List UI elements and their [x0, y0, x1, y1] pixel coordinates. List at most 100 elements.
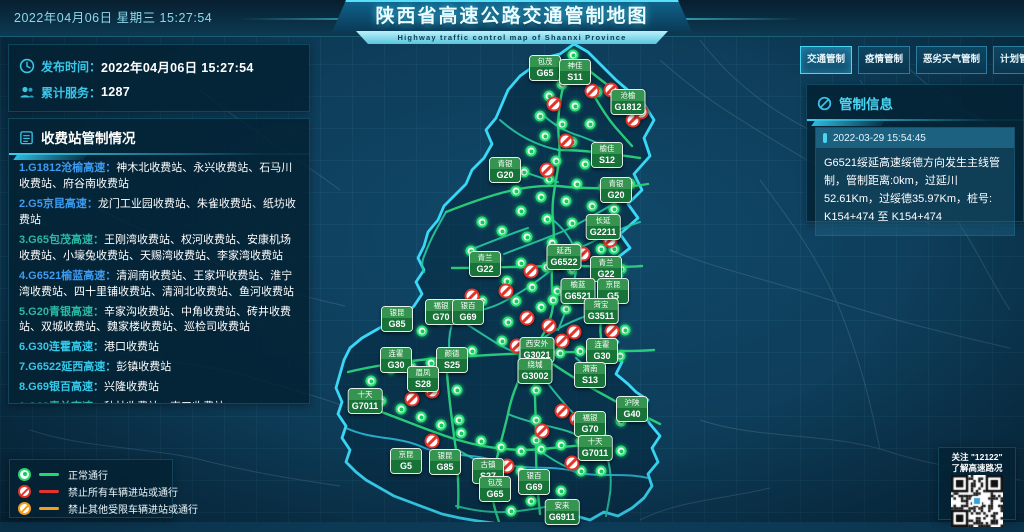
highway-name: 榆佳: [592, 143, 622, 154]
toll-station-marker-normal[interactable]: [575, 346, 586, 357]
highway-shield-S12[interactable]: 榆佳S12: [591, 142, 623, 168]
toll-station-marker-normal[interactable]: [536, 192, 547, 203]
highway-shield-G69[interactable]: 银百G69: [518, 469, 550, 495]
page-title: 陕西省高速公路交通管制地图: [332, 2, 692, 32]
toll-station-marker-normal[interactable]: [620, 325, 631, 336]
entry-time-row: 2022-03-29 15:54:45: [816, 128, 1014, 148]
toll-station-marker-normal[interactable]: [396, 404, 407, 415]
toll-station-marker-normal[interactable]: [561, 304, 572, 315]
toll-station-marker-normal[interactable]: [456, 428, 467, 439]
tab-计划管制[interactable]: 计划管制: [993, 46, 1024, 74]
highway-name: 长延: [587, 215, 620, 226]
highway-shield-S28[interactable]: 眉凤S28: [407, 366, 439, 392]
highway-shield-G2211[interactable]: 长延G2211: [586, 214, 621, 240]
highway-shield-G3511[interactable]: 菏宝G3511: [584, 298, 619, 324]
highway-shield-G3002[interactable]: 绕城G3002: [517, 358, 552, 384]
toll-station-marker-normal[interactable]: [585, 119, 596, 130]
highway-shield-S11[interactable]: 神佳S11: [559, 59, 591, 85]
toll-list-item: 4.G6521榆蓝高速：清涧南收费站、王家坪收费站、淮宁湾收费站、四十里铺收费站…: [19, 269, 299, 301]
highway-shield-G30[interactable]: 连霍G30: [586, 338, 618, 364]
toll-station-marker-normal[interactable]: [516, 206, 527, 217]
highway-code: G1812: [611, 101, 644, 114]
highway-shield-G65[interactable]: 包茂G65: [479, 476, 511, 502]
highway-shield-G20[interactable]: 青银G20: [489, 157, 521, 183]
highway-shield-G85[interactable]: 银昆G85: [381, 306, 413, 332]
tab-疫情管制[interactable]: 疫情管制: [858, 46, 910, 74]
highway-name: 福银: [575, 412, 605, 423]
entry-content: G6521绥延高速绥德方向发生主线管制，管制距离:0km，过延川52.61Km，…: [816, 148, 1014, 235]
toll-station-marker-normal[interactable]: [535, 111, 546, 122]
toll-station-marker-normal[interactable]: [556, 440, 567, 451]
toll-station-marker-normal[interactable]: [516, 446, 527, 457]
toll-station-marker-normal[interactable]: [416, 412, 427, 423]
highway-shield-G69[interactable]: 银百G69: [452, 299, 484, 325]
toll-station-marker-normal[interactable]: [467, 346, 478, 357]
toll-station-marker-normal[interactable]: [587, 201, 598, 212]
toll-station-marker-normal[interactable]: [542, 214, 553, 225]
toll-station-marker-normal[interactable]: [454, 415, 465, 426]
toll-station-marker-normal[interactable]: [366, 376, 377, 387]
toll-station-marker-normal[interactable]: [522, 232, 533, 243]
highway-shield-G65[interactable]: 包茂G65: [529, 55, 561, 81]
toll-station-marker-normal[interactable]: [503, 317, 514, 328]
highway-shield-G22[interactable]: 青兰G22: [469, 251, 501, 277]
highway-shield-G6911[interactable]: 安来G6911: [545, 499, 580, 525]
legend-forbid-all-icon: [15, 482, 33, 500]
legend-line-sample: [39, 507, 59, 510]
toll-station-marker-normal[interactable]: [567, 218, 578, 229]
highway-shield-G1812[interactable]: 沧榆G1812: [610, 89, 645, 115]
highway-shield-S25[interactable]: 颜德S25: [436, 347, 468, 373]
highway-code: G3511: [585, 310, 618, 323]
toll-station-marker-normal[interactable]: [496, 442, 507, 453]
toll-station-marker-normal[interactable]: [477, 217, 488, 228]
highway-shield-G85[interactable]: 银昆G85: [429, 449, 461, 475]
toll-station-marker-normal[interactable]: [561, 196, 572, 207]
toll-station-marker-normal[interactable]: [609, 204, 620, 215]
toll-station-marker-normal[interactable]: [511, 296, 522, 307]
toll-station-marker-normal[interactable]: [476, 436, 487, 447]
highway-shield-G7011[interactable]: 十天G7011: [578, 435, 613, 461]
toll-station-marker-normal[interactable]: [497, 226, 508, 237]
toll-station-marker-normal[interactable]: [555, 348, 566, 359]
toll-station-marker-normal[interactable]: [548, 295, 559, 306]
legend-label: 正常通行: [68, 467, 108, 482]
highway-name: 京昆: [598, 279, 628, 290]
toll-station-marker-forbidden[interactable]: [538, 315, 559, 336]
toll-station-marker-normal[interactable]: [540, 131, 551, 142]
tab-恶劣天气管制[interactable]: 恶劣天气管制: [916, 46, 987, 74]
toll-station-marker-normal[interactable]: [527, 282, 538, 293]
toll-station-marker-forbidden[interactable]: [516, 307, 537, 328]
toll-station-marker-normal[interactable]: [526, 146, 537, 157]
highway-shield-G6522[interactable]: 延西G6522: [546, 244, 581, 270]
highway-shield-G7011[interactable]: 十天G7011: [348, 388, 383, 414]
toll-station-marker-normal[interactable]: [526, 496, 537, 507]
toll-station-marker-normal[interactable]: [511, 186, 522, 197]
highway-shield-G20[interactable]: 青银G20: [600, 177, 632, 203]
publish-info-card: 发布时间： 2022年04月06日 15:27:54 累计服务： 1287: [8, 44, 310, 112]
toll-station-marker-forbidden[interactable]: [555, 130, 576, 151]
toll-station-marker-normal[interactable]: [556, 486, 567, 497]
highway-name: 榆蓝: [561, 279, 594, 290]
toll-station-marker-normal[interactable]: [596, 466, 607, 477]
toll-station-marker-normal[interactable]: [616, 446, 627, 457]
toll-station-marker-normal[interactable]: [497, 336, 508, 347]
highway-shield-G40[interactable]: 沪陕G40: [616, 396, 648, 422]
toll-list-item: 1.G1812沧榆高速：神木北收费站、永兴收费站、石马川收费站、府谷南收费站: [19, 161, 299, 193]
toll-station-marker-normal[interactable]: [417, 326, 428, 337]
toll-station-marker-normal[interactable]: [580, 159, 591, 170]
toll-station-marker-normal[interactable]: [536, 302, 547, 313]
highway-shield-S13[interactable]: 渭南S13: [574, 362, 606, 388]
service-count-value: 1287: [101, 85, 130, 99]
toll-station-marker-normal[interactable]: [572, 179, 583, 190]
toll-station-marker-normal[interactable]: [436, 420, 447, 431]
control-info-entry[interactable]: 2022-03-29 15:54:45 G6521绥延高速绥德方向发生主线管制，…: [815, 127, 1015, 236]
tab-交通管制[interactable]: 交通管制: [800, 46, 852, 74]
toll-station-marker-normal[interactable]: [570, 101, 581, 112]
toll-station-marker-normal[interactable]: [531, 385, 542, 396]
toll-station-marker-normal[interactable]: [452, 385, 463, 396]
highway-shield-G70[interactable]: 福银G70: [574, 411, 606, 437]
highway-shield-G5[interactable]: 京昆G5: [390, 448, 422, 474]
toll-station-marker-normal[interactable]: [557, 119, 568, 130]
qr-caption-line1: 关注 "12122": [943, 452, 1011, 463]
toll-station-marker-normal[interactable]: [506, 506, 517, 517]
